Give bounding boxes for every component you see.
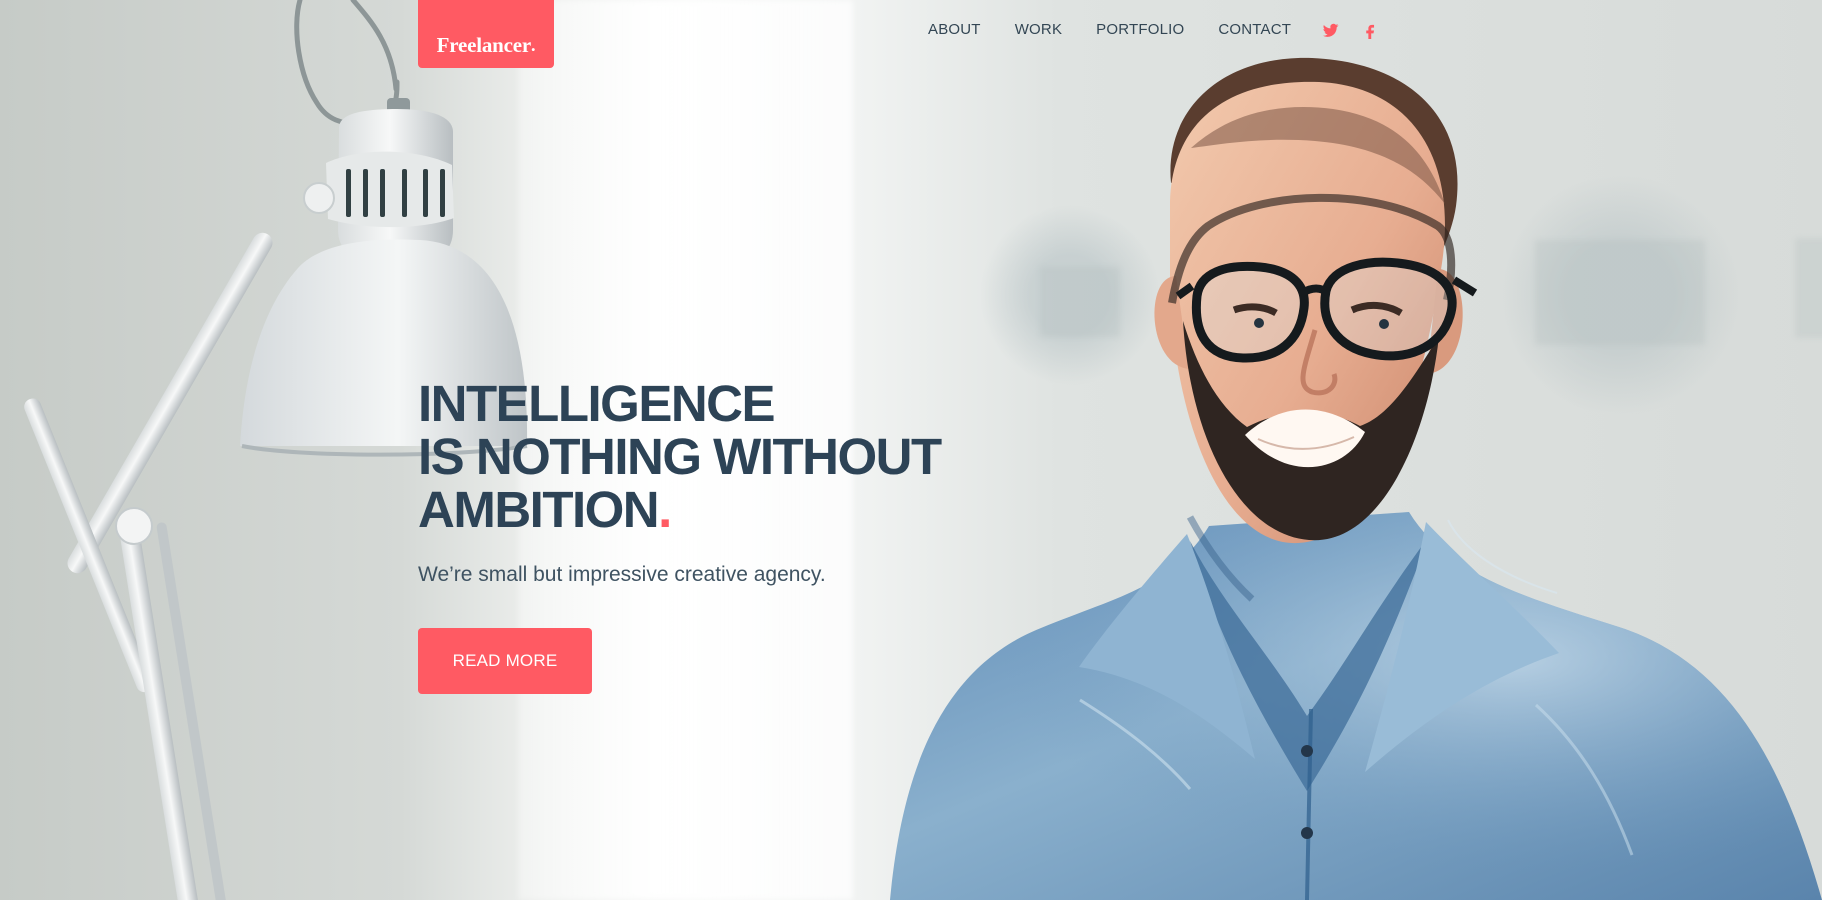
social-links: [1321, 18, 1379, 42]
hero-copy: INTELLIGENCE IS NOTHING WITHOUT AMBITION…: [418, 377, 978, 694]
headline-line-3-text: AMBITION: [418, 481, 660, 538]
hero-section: Freelancer. ABOUT WORK PORTFOLIO CONTACT: [0, 0, 1822, 900]
headline-line-2: IS NOTHING WITHOUT: [418, 428, 942, 485]
facebook-icon: [1365, 24, 1374, 39]
hero-subtitle: We’re small but impressive creative agen…: [418, 563, 826, 586]
nav-work-link[interactable]: WORK: [1015, 18, 1062, 42]
twitter-link[interactable]: [1321, 18, 1339, 42]
twitter-icon: [1322, 23, 1338, 37]
nav-contact-link[interactable]: CONTACT: [1218, 18, 1291, 42]
brand-logo[interactable]: Freelancer.: [418, 0, 554, 68]
nav-portfolio-link[interactable]: PORTFOLIO: [1096, 18, 1184, 42]
hero-headline: INTELLIGENCE IS NOTHING WITHOUT AMBITION…: [418, 377, 978, 536]
headline-accent-dot: .: [658, 481, 672, 538]
main-navigation: ABOUT WORK PORTFOLIO CONTACT: [928, 18, 1379, 42]
smiling-man-photo: [890, 57, 1822, 900]
headline-line-3: AMBITION.: [418, 483, 978, 536]
site-header: Freelancer. ABOUT WORK PORTFOLIO CONTACT: [418, 0, 1374, 70]
brand-logo-dot: .: [531, 35, 536, 55]
brand-name: Freelancer: [436, 32, 532, 57]
headline-line-1: INTELLIGENCE: [418, 375, 776, 432]
facebook-link[interactable]: [1361, 18, 1379, 42]
nav-about-link[interactable]: ABOUT: [928, 18, 981, 42]
read-more-button[interactable]: READ MORE: [418, 628, 592, 694]
